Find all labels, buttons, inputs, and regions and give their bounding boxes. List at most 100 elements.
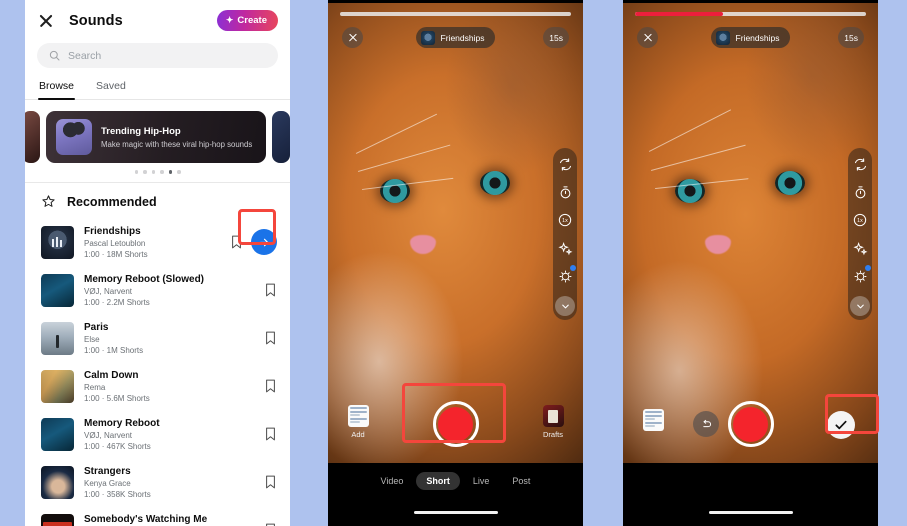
song-row-calm-down[interactable]: Calm Down Rema 1:00 · 5.6M Shorts	[25, 362, 290, 410]
add-media-button[interactable]: Add	[342, 405, 374, 439]
selected-sound-label: Friendships	[735, 32, 780, 43]
capture-mode-tabs: Video Short Live Post	[328, 469, 583, 493]
recording-progress-fill	[635, 12, 723, 16]
effects-sparkle-icon[interactable]	[555, 238, 575, 258]
song-meta: Calm Down Rema 1:00 · 5.6M Shorts	[84, 370, 255, 403]
flip-camera-icon[interactable]	[555, 154, 575, 174]
bookmark-icon[interactable]	[265, 427, 276, 441]
song-title: Somebody's Watching Me	[84, 513, 208, 525]
search-box[interactable]	[37, 43, 278, 68]
bookmark-icon[interactable]	[265, 379, 276, 393]
camera-viewfinder[interactable]	[623, 3, 878, 463]
speed-1x-icon[interactable]: 1x	[850, 210, 870, 230]
record-button-inner	[733, 406, 768, 442]
sounds-header: Sounds ✦ Create	[25, 0, 290, 39]
close-icon[interactable]	[637, 27, 658, 48]
undo-button[interactable]	[693, 411, 719, 437]
bookmark-icon[interactable]	[265, 475, 276, 489]
promo-banner-text: Trending Hip-Hop Make magic with these v…	[101, 126, 252, 149]
close-icon[interactable]	[37, 12, 55, 30]
tab-browse[interactable]: Browse	[37, 80, 76, 100]
song-artwork	[41, 417, 74, 451]
sparkle-icon: ✦	[225, 15, 234, 25]
home-indicator	[413, 510, 498, 514]
camera-top-bar: Friendships 15s	[334, 8, 577, 56]
camera-tool-rail: 1x	[848, 148, 872, 320]
timer-icon[interactable]	[850, 182, 870, 202]
tab-saved[interactable]: Saved	[96, 80, 126, 99]
camera-bottom-shelf	[623, 401, 878, 463]
song-title: Paris	[84, 321, 109, 333]
close-icon[interactable]	[342, 27, 363, 48]
song-row-memory-reboot[interactable]: Memory Reboot VØJ, Narvent 1:00 · 467K S…	[25, 410, 290, 458]
flip-camera-icon[interactable]	[850, 154, 870, 174]
search-section	[25, 39, 290, 68]
song-row-memory-reboot-slowed[interactable]: Memory Reboot (Slowed) VØJ, Narvent 1:00…	[25, 266, 290, 314]
song-stats: 1:00 · 358K Shorts	[84, 489, 151, 499]
song-stats: 1:00 · 2.2M Shorts	[84, 297, 150, 307]
phone-right-recording-screen: Friendships 15s 1x	[623, 0, 878, 526]
song-title: Friendships	[84, 225, 141, 237]
carousel-dot[interactable]	[160, 170, 164, 174]
confirm-button-right[interactable]	[827, 411, 855, 439]
album-art-icon	[715, 30, 730, 45]
decorative-cat-nose	[705, 235, 731, 254]
timer-icon[interactable]	[555, 182, 575, 202]
drafts-icon	[542, 405, 564, 427]
song-row-somebodys-watching-me[interactable]: Somebody's Watching Me Rockwell 1:00 · 2…	[25, 506, 290, 526]
bookmark-icon[interactable]	[265, 331, 276, 345]
chevron-down-icon[interactable]	[555, 296, 575, 316]
song-artwork	[41, 321, 74, 355]
camera-viewfinder[interactable]	[328, 3, 583, 463]
song-artist: VØJ, Narvent	[84, 286, 133, 296]
star-icon	[42, 195, 55, 208]
selected-sound-chip[interactable]: Friendships	[710, 27, 791, 48]
retouch-icon[interactable]	[850, 265, 871, 286]
record-button-middle[interactable]	[432, 401, 479, 447]
speed-1x-icon[interactable]: 1x	[555, 210, 575, 230]
effects-sparkle-icon[interactable]	[850, 238, 870, 258]
song-stats: 1:00 · 5.6M Shorts	[84, 393, 150, 403]
song-play-button-friendships[interactable]	[251, 229, 277, 256]
mode-tab-post[interactable]: Post	[502, 472, 540, 490]
carousel-peek-left[interactable]	[25, 111, 40, 163]
carousel-dot[interactable]	[143, 170, 147, 174]
drafts-button[interactable]: Drafts	[535, 405, 571, 439]
svg-text:1x: 1x	[562, 218, 568, 224]
mode-tab-short[interactable]: Short	[416, 472, 460, 490]
carousel-dot-active[interactable]	[168, 170, 172, 174]
song-meta: Somebody's Watching Me Rockwell 1:00 · 2…	[84, 514, 255, 526]
song-artwork	[41, 513, 74, 526]
record-button-inner	[438, 406, 473, 442]
recommended-header: Recommended	[25, 182, 290, 218]
promo-banner-trending-hip-hop[interactable]: Trending Hip-Hop Make magic with these v…	[46, 111, 266, 163]
create-button-label: Create	[237, 15, 267, 26]
carousel-dot[interactable]	[134, 170, 138, 174]
song-row-paris[interactable]: Paris Else 1:00 · 1M Shorts	[25, 314, 290, 362]
chevron-down-icon[interactable]	[850, 296, 870, 316]
carousel-dot[interactable]	[177, 170, 181, 174]
song-row-strangers[interactable]: Strangers Kenya Grace 1:00 · 358K Shorts	[25, 458, 290, 506]
notification-badge	[865, 265, 871, 271]
create-button[interactable]: ✦ Create	[216, 10, 278, 31]
add-media-icon	[642, 409, 664, 431]
mode-tab-live[interactable]: Live	[463, 472, 500, 490]
duration-badge[interactable]: 15s	[543, 27, 569, 48]
song-title: Strangers	[84, 465, 131, 477]
duration-badge[interactable]: 15s	[838, 27, 864, 48]
song-title: Memory Reboot (Slowed)	[84, 273, 205, 285]
carousel-dot[interactable]	[151, 170, 155, 174]
song-list: Friendships Pascal Letoublon 1:00 · 18M …	[25, 218, 290, 526]
song-row-friendships[interactable]: Friendships Pascal Letoublon 1:00 · 18M …	[25, 218, 290, 266]
search-input[interactable]	[68, 49, 266, 62]
carousel-peek-right[interactable]	[272, 111, 290, 163]
bookmark-icon[interactable]	[265, 283, 276, 297]
retouch-icon[interactable]	[555, 265, 576, 286]
carousel-dots	[25, 163, 290, 182]
selected-sound-chip[interactable]: Friendships	[415, 27, 496, 48]
bookmark-icon[interactable]	[231, 235, 242, 249]
record-button-right[interactable]	[727, 401, 774, 447]
mode-tab-video[interactable]: Video	[371, 472, 414, 490]
add-media-button[interactable]	[637, 409, 669, 431]
camera-bottom-shelf: Add Drafts	[328, 401, 583, 463]
